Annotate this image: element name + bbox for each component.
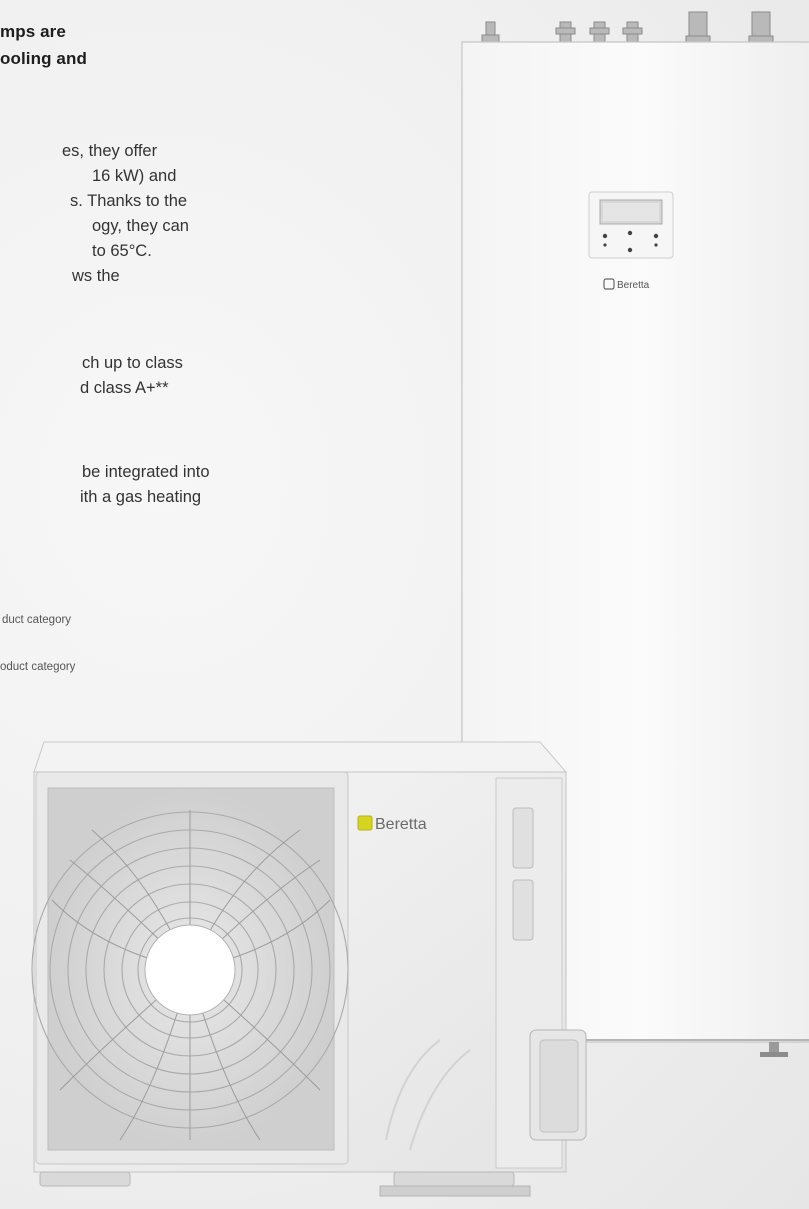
outdoor-brand-name: Beretta: [375, 816, 427, 833]
pipe-connectors: [481, 11, 774, 44]
outdoor-unit: Beretta: [31, 741, 587, 1197]
heat-pump-illustration: Beretta Beretta: [31, 11, 809, 1197]
indoor-brand-name: Beretta: [617, 280, 650, 291]
control-panel: [588, 191, 674, 259]
brand-logo-icon: [357, 815, 373, 831]
outdoor-brand-logo: Beretta: [357, 815, 427, 833]
page: mps are ooling and es, they offer 16 kW)…: [0, 0, 809, 1209]
